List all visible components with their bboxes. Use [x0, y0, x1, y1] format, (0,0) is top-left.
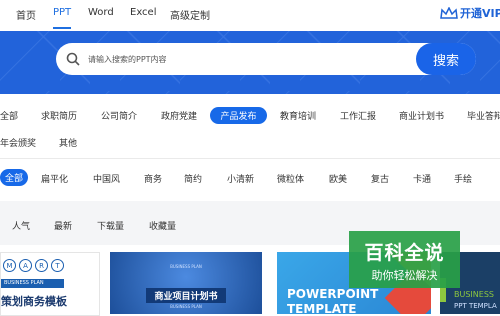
style-flat[interactable]: 扁平化	[41, 172, 68, 185]
thumb-subtitle: BUSINESS PLAN	[170, 304, 202, 309]
thumb-title: POWERPOINT	[287, 287, 379, 301]
category-work-report[interactable]: 工作汇报	[340, 109, 376, 122]
category-all[interactable]: 全部	[0, 109, 18, 122]
search-box	[56, 43, 476, 75]
sort-latest[interactable]: 最新	[54, 219, 72, 232]
nav-custom[interactable]: 高级定制	[170, 7, 210, 22]
nav-active-underline	[53, 27, 71, 29]
style-all[interactable]: 全部	[0, 169, 28, 186]
template-thumbnail[interactable]: BUSINESS PLAN 商业项目计划书 BUSINESS PLAN	[110, 252, 262, 314]
style-micro[interactable]: 微粒体	[277, 172, 304, 185]
nav-ppt[interactable]: PPT	[53, 7, 71, 18]
sort-downloads[interactable]: 下载量	[97, 219, 124, 232]
thumb-title-line2: TEMPLATE	[287, 302, 357, 314]
vip-label: 开通VIP	[460, 7, 500, 20]
divider	[0, 158, 500, 159]
thumb-letter: T	[51, 259, 64, 272]
thumb-title: 商业项目计划书	[154, 292, 218, 302]
watermark-badge: 百科全说 助你轻松解决	[349, 231, 460, 288]
sort-favorites[interactable]: 收藏量	[149, 219, 176, 232]
style-business[interactable]: 商务	[144, 172, 162, 185]
category-company-intro[interactable]: 公司简介	[101, 109, 137, 122]
style-western[interactable]: 欧美	[329, 172, 347, 185]
thumb-subtitle: PPT TEMPLA	[454, 302, 497, 310]
crown-icon	[440, 6, 458, 19]
category-business-plan[interactable]: 商业计划书	[399, 109, 444, 122]
style-cartoon[interactable]: 卡通	[413, 172, 431, 185]
thumb-title: BUSINESS	[454, 290, 494, 299]
vip-button[interactable]: 开通VIP	[440, 5, 500, 21]
thumb-letter: M	[3, 259, 16, 272]
search-input[interactable]	[88, 43, 428, 75]
nav-home[interactable]: 首页	[16, 7, 36, 22]
thumb-letter: R	[35, 259, 48, 272]
thumb-title: 策划商务模板	[1, 295, 67, 308]
style-simple[interactable]: 简约	[184, 172, 202, 185]
category-graduation[interactable]: 毕业答辩	[467, 109, 500, 122]
category-resume[interactable]: 求职简历	[41, 109, 77, 122]
category-annual-award[interactable]: 年会颁奖	[0, 136, 36, 149]
search-hero: 搜索	[0, 31, 500, 94]
thumb-small-label: BUSINESS PLAN	[170, 264, 202, 269]
category-other[interactable]: 其他	[59, 136, 77, 149]
thumb-tag: BUSINESS PLAN	[1, 279, 64, 288]
template-thumbnail[interactable]: M A R T BUSINESS PLAN 策划商务模板	[0, 252, 100, 316]
category-education[interactable]: 教育培训	[280, 109, 316, 122]
watermark-subtitle: 助你轻松解决	[371, 269, 438, 282]
thumb-letter: A	[19, 259, 32, 272]
sort-popular[interactable]: 人气	[12, 219, 30, 232]
nav-word[interactable]: Word	[88, 7, 114, 18]
search-icon	[66, 52, 80, 66]
search-button[interactable]: 搜索	[416, 43, 476, 75]
top-nav: 首页 PPT Word Excel 高级定制 开通VIP	[0, 0, 500, 30]
category-product-launch[interactable]: 产品发布	[210, 107, 267, 124]
style-chinese[interactable]: 中国风	[93, 172, 120, 185]
watermark-title: 百科全说	[364, 242, 445, 264]
style-retro[interactable]: 复古	[371, 172, 389, 185]
style-fresh[interactable]: 小清新	[227, 172, 254, 185]
category-government[interactable]: 政府党建	[161, 109, 197, 122]
nav-excel[interactable]: Excel	[130, 7, 157, 18]
style-handdrawn[interactable]: 手绘	[454, 172, 472, 185]
